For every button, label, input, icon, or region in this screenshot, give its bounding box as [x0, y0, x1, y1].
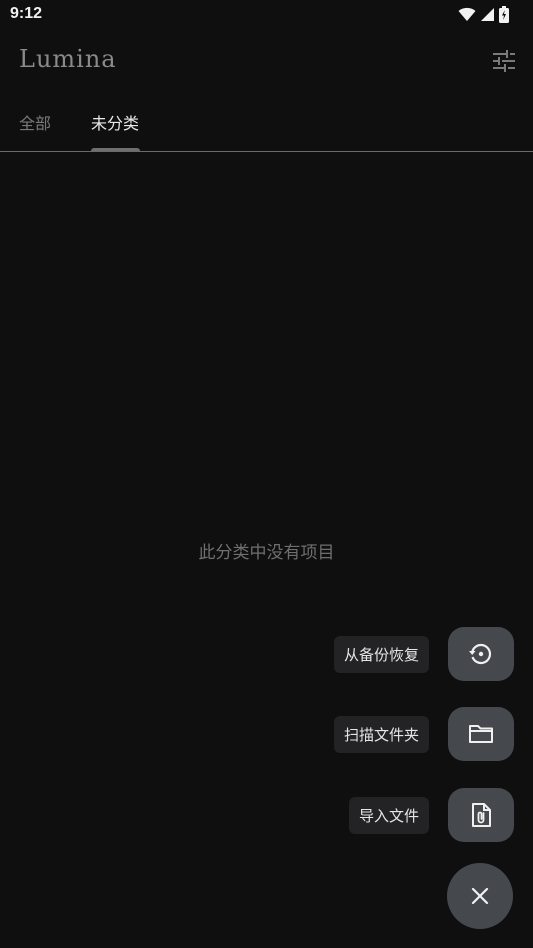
fab-action-scan: 扫描文件夹: [333, 707, 514, 761]
app-title: Lumina: [19, 45, 117, 73]
import-file-label[interactable]: 导入文件: [348, 796, 429, 834]
file-attach-icon: [470, 802, 492, 828]
folder-icon: [468, 723, 494, 745]
category-tabs: 全部 未分类: [0, 100, 533, 152]
fab-close-button[interactable]: [447, 863, 513, 929]
battery-icon: [499, 6, 509, 23]
tab-all[interactable]: 全部: [19, 110, 51, 134]
app-bar: Lumina: [0, 30, 533, 94]
filter-button[interactable]: [489, 46, 519, 76]
tab-uncategorized[interactable]: 未分类: [91, 110, 139, 134]
fab-action-restore: 从备份恢复: [333, 627, 514, 681]
restore-backup-button[interactable]: [448, 627, 514, 681]
restore-backup-label[interactable]: 从备份恢复: [333, 635, 429, 673]
signal-icon: [480, 7, 495, 22]
import-file-button[interactable]: [448, 788, 514, 842]
scan-folder-label[interactable]: 扫描文件夹: [333, 715, 429, 753]
wifi-icon: [458, 7, 476, 22]
close-icon: [471, 887, 489, 905]
status-time: 9:12: [10, 5, 43, 22]
fab-action-import: 导入文件: [348, 788, 514, 842]
tab-indicator: [91, 148, 140, 151]
empty-state-message: 此分类中没有项目: [198, 543, 335, 563]
scan-folder-button[interactable]: [448, 707, 514, 761]
tune-icon: [492, 50, 516, 72]
status-icons: [458, 6, 509, 23]
status-bar: 9:12: [0, 0, 533, 30]
restore-icon: [468, 641, 494, 667]
